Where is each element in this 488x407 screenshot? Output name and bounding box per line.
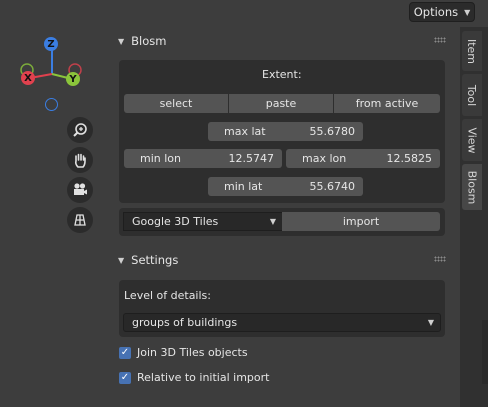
collapse-triangle-icon: ▼ (118, 255, 125, 265)
max-lon-field[interactable]: max lon 12.5825 (286, 149, 440, 168)
from-active-button[interactable]: from active (334, 94, 440, 113)
drag-grip-icon[interactable] (434, 256, 446, 262)
paste-button[interactable]: paste (229, 94, 333, 113)
tab-tool-label: Tool (465, 84, 479, 106)
import-label: import (342, 215, 380, 228)
settings-panel-header[interactable]: ▼ Settings (118, 249, 458, 271)
relative-import-checkbox-row[interactable]: ✓ Relative to initial import (119, 371, 269, 384)
max-lat-value: 55.6780 (309, 125, 356, 138)
tab-view-label: View (465, 126, 479, 154)
min-lon-label: min lon (140, 152, 181, 165)
hand-pan-icon (74, 153, 86, 168)
data-source-value: Google 3D Tiles (132, 215, 219, 228)
zoom-button[interactable] (67, 117, 93, 143)
z-axis-label: Z (47, 38, 55, 50)
lod-label: Level of details: (124, 289, 211, 302)
zoom-icon (73, 123, 87, 137)
scrollbar[interactable] (482, 320, 488, 384)
select-label: select (159, 97, 193, 110)
camera-view-button[interactable] (67, 177, 93, 203)
tab-blosm-label: Blosm (465, 170, 479, 204)
min-lat-field[interactable]: min lat 55.6740 (208, 177, 363, 196)
min-lat-label: min lat (224, 180, 263, 193)
lod-value: groups of buildings (132, 316, 238, 329)
options-button[interactable]: Options ▼ (409, 2, 475, 22)
join-3d-tiles-checkbox[interactable]: ✓ (119, 346, 131, 359)
navigation-gizmo[interactable]: Z X Y (0, 0, 100, 120)
tab-tool[interactable]: Tool (462, 74, 482, 116)
chevron-down-icon: ▼ (427, 318, 434, 327)
join-3d-tiles-checkbox-row[interactable]: ✓ Join 3D Tiles objects (119, 346, 248, 359)
max-lat-field[interactable]: max lat 55.6780 (208, 122, 363, 141)
import-button[interactable]: import (282, 212, 440, 231)
ortho-toggle-button[interactable] (67, 207, 93, 233)
options-label: Options (413, 5, 459, 19)
chevron-down-icon: ▼ (269, 217, 276, 226)
y-axis-label: Y (69, 73, 77, 85)
extent-label: Extent: (262, 68, 302, 81)
camera-icon (74, 183, 87, 195)
from-active-label: from active (355, 97, 419, 110)
min-lon-value: 12.5747 (228, 152, 275, 165)
tab-blosm[interactable]: Blosm (462, 164, 482, 210)
collapse-triangle-icon: ▼ (118, 36, 125, 46)
x-axis-ball[interactable]: X (21, 71, 35, 85)
max-lat-label: max lat (224, 125, 266, 138)
grid-view-icon (74, 214, 86, 226)
chevron-down-icon: ▼ (464, 7, 471, 17)
blosm-panel-header[interactable]: ▼ Blosm (118, 30, 458, 52)
blosm-panel-title: Blosm (131, 34, 167, 48)
join-3d-tiles-label: Join 3D Tiles objects (137, 346, 248, 359)
min-lat-value: 55.6740 (309, 180, 356, 193)
z-axis-ball[interactable]: Z (44, 37, 58, 51)
min-lon-field[interactable]: min lon 12.5747 (124, 149, 282, 168)
drag-grip-icon[interactable] (434, 37, 446, 43)
tab-item-label: Item (465, 38, 479, 64)
sidebar-panel: ▼ Blosm Extent: select paste from active… (110, 27, 460, 401)
negative-z-axis-ball[interactable] (45, 98, 58, 111)
max-lon-value: 12.5825 (386, 152, 433, 165)
data-source-select[interactable]: Google 3D Tiles ▼ (123, 212, 283, 231)
lod-select[interactable]: groups of buildings ▼ (123, 313, 441, 332)
paste-label: paste (265, 97, 297, 110)
relative-import-label: Relative to initial import (137, 371, 270, 384)
tab-view[interactable]: View (462, 119, 482, 161)
settings-panel-title: Settings (131, 253, 179, 267)
max-lon-label: max lon (302, 152, 347, 165)
pan-button[interactable] (67, 147, 93, 173)
select-button[interactable]: select (124, 94, 228, 113)
tab-item[interactable]: Item (462, 31, 482, 71)
x-axis-label: X (24, 72, 32, 84)
y-axis-ball[interactable]: Y (66, 72, 80, 86)
relative-import-checkbox[interactable]: ✓ (119, 371, 131, 384)
